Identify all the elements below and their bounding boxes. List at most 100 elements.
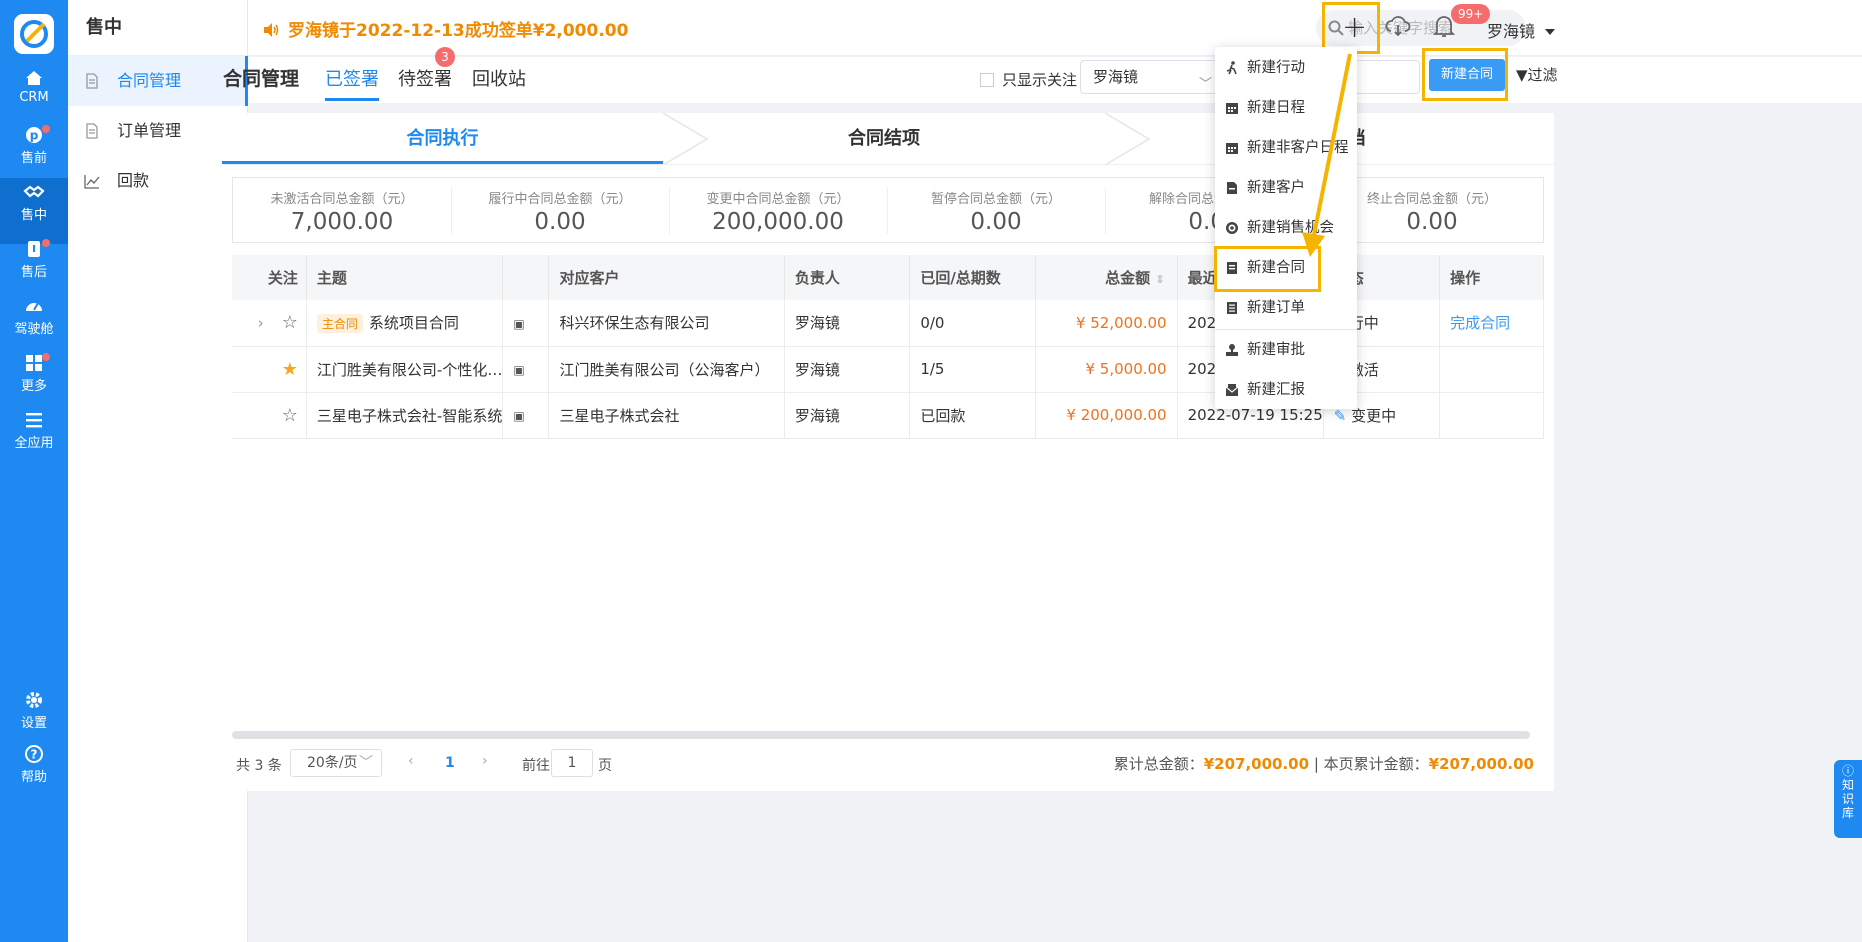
notification-dot [42,353,50,361]
owner-select[interactable]: 罗海镜 ﹀ [1080,60,1225,94]
prev-page-icon[interactable]: ‹ [408,753,414,769]
menu-new-customer[interactable]: 新建客户 [1215,168,1357,208]
sidebar-item-contracts[interactable]: 合同管理 [68,56,248,106]
gear-icon [0,690,68,712]
caret-down-icon [1545,29,1556,40]
menu-new-opportunity[interactable]: 新建销售机会 [1215,208,1357,248]
tab-recycle-bin[interactable]: 回收站 [472,65,526,91]
announcement-ticker[interactable]: 罗海镜于2022-12-13成功签单¥2,000.00 [262,16,628,41]
customer-cell[interactable]: 三星电子株式会社 [548,392,785,439]
col-amount[interactable]: 总金额 ⇕ [1035,255,1178,300]
user-menu[interactable]: 罗海镜 [1487,18,1556,42]
filter-button[interactable]: ▼过滤 [1516,64,1558,85]
report-icon [1225,384,1239,396]
knowledge-base-tab[interactable]: ⓘ 知识库 [1834,760,1862,838]
goto-label: 前往 [522,758,550,774]
customer-cell[interactable]: 科兴环保生态有限公司 [548,300,785,347]
page-title: 合同管理 [223,68,300,90]
follow-cell: › ☆ [232,300,307,347]
periods-cell: 已回款 [909,392,1036,439]
menu-new-report[interactable]: 新建汇报 [1215,370,1357,410]
funnel-icon: ▼ [1516,66,1528,84]
amount-cell: ¥ 5,000.00 [1035,346,1178,393]
subject-cell[interactable]: 主合同 系统项目合同 [306,300,504,347]
quick-create-menu: 新建行动 新建日程 新建非客户日程 新建客户 新建销售机会 新建合同 新建订单 … [1215,47,1357,409]
col-owner: 负责人 [784,255,911,300]
customer-cell[interactable]: 江门胜美有限公司（公海客户） [548,346,785,393]
menu-new-schedule[interactable]: 新建日程 [1215,88,1357,128]
horizontal-scrollbar[interactable] [232,731,1530,739]
svg-text:p: p [30,129,39,143]
notification-dot [42,125,50,133]
page-size-select[interactable]: 20条/页 ﹀ [290,749,382,777]
pagination: 共 3 条 20条/页 ﹀ ‹ 1 › 前往 1 页 累计总金额：¥207,000… [232,747,1544,787]
contract-type-icon: ▣ [513,409,525,423]
col-follow: 关注 [232,255,307,300]
trend-chart-icon [84,175,100,189]
current-page[interactable]: 1 [445,755,455,771]
app-logo[interactable] [14,14,54,54]
handshake-icon [0,182,68,204]
chevron-down-icon: ﹀ [1198,77,1212,92]
menu-new-order[interactable]: 新建订单 [1215,288,1357,328]
run-icon [1226,61,1237,75]
page-unit-label: 页 [598,758,612,774]
contract-type-icon: ▣ [513,316,525,331]
col-action: 操作 [1439,255,1544,300]
col-type [502,255,550,300]
step-closing[interactable]: 合同结项 [663,113,1105,165]
sidebar-item-orders[interactable]: 订单管理 [68,106,247,156]
periods-cell: 0/0 [909,300,1036,347]
chevron-down-icon: ﹀ [359,755,373,771]
owner-cell: 罗海镜 [784,300,911,347]
sidebar-item-payments[interactable]: 回款 [68,156,247,206]
col-customer: 对应客户 [548,255,785,300]
pinterest-icon: p [0,125,68,147]
complete-contract-link[interactable]: 完成合同 [1450,314,1510,332]
only-follow-checkbox[interactable]: 只显示关注 [980,69,1077,90]
svg-text:?: ? [31,748,38,762]
tab-pending[interactable]: 待签署 [398,65,452,91]
goto-page-input[interactable]: 1 [551,749,593,777]
amount-cell: ¥ 52,000.00 [1035,300,1178,347]
menu-new-action[interactable]: 新建行动 [1215,48,1357,88]
nav-item-help[interactable]: ? 帮助 [0,740,68,806]
help-icon: ? [0,744,68,766]
stat-paused: 暂停合同总金额（元） 0.00 [930,192,1061,235]
cloud-download-icon[interactable] [1385,14,1411,38]
calendar-icon [1226,143,1238,154]
checkbox-box [980,73,994,87]
plus-icon: + [1342,10,1368,45]
tab-signed[interactable]: 已签署 [325,65,379,101]
nav-item-all-apps[interactable]: 全应用 [0,406,68,472]
stamp-icon [1226,344,1238,356]
expand-chevron-icon[interactable]: › [258,314,264,332]
notification-dot [42,239,50,247]
subject-cell[interactable]: 江门胜美有限公司-个性化… [306,346,504,393]
contract-header-bar: 合同管理 已签署 待签署 3 回收站 只显示关注 罗海镜 ﹀ ▼过滤 [223,47,1862,103]
periods-cell: 1/5 [909,346,1036,393]
star-outline-icon[interactable]: ☆ [282,405,298,426]
step-execution[interactable]: 合同执行 [222,113,663,165]
new-contract-button[interactable]: 新建合同 [1429,59,1505,91]
subject-cell[interactable]: 三星电子株式会社-智能系统 [306,392,504,439]
grid-icon [0,353,68,375]
date-range-input[interactable] [1357,60,1420,94]
next-page-icon[interactable]: › [482,753,488,769]
stat-changing: 变更中合同总金额（元） 200,000.00 [706,192,850,235]
new-contract-menu-highlight [1214,246,1321,292]
type-cell: ▣ [502,392,550,439]
col-subject: 主题 [306,255,504,300]
total-count: 共 3 条 [236,758,282,774]
star-outline-icon[interactable]: ☆ [282,312,298,333]
top-bar: 罗海镜于2022-12-13成功签单¥2,000.00 输入关键字搜索 [248,0,1862,56]
main-nav: CRM p 售前 售中 售后 驾驶舱 更多 全应用 设置 ? 帮助 [0,0,68,942]
menu-new-approval[interactable]: 新建审批 [1215,330,1357,370]
owner-cell: 罗海镜 [784,392,911,439]
star-filled-icon[interactable]: ★ [282,359,298,380]
document-icon [86,73,98,89]
action-cell [1439,392,1544,439]
amount-cell: ¥ 200,000.00 [1035,392,1178,439]
action-cell: 完成合同 [1439,300,1544,347]
menu-new-noncustomer-schedule[interactable]: 新建非客户日程 [1215,128,1357,168]
